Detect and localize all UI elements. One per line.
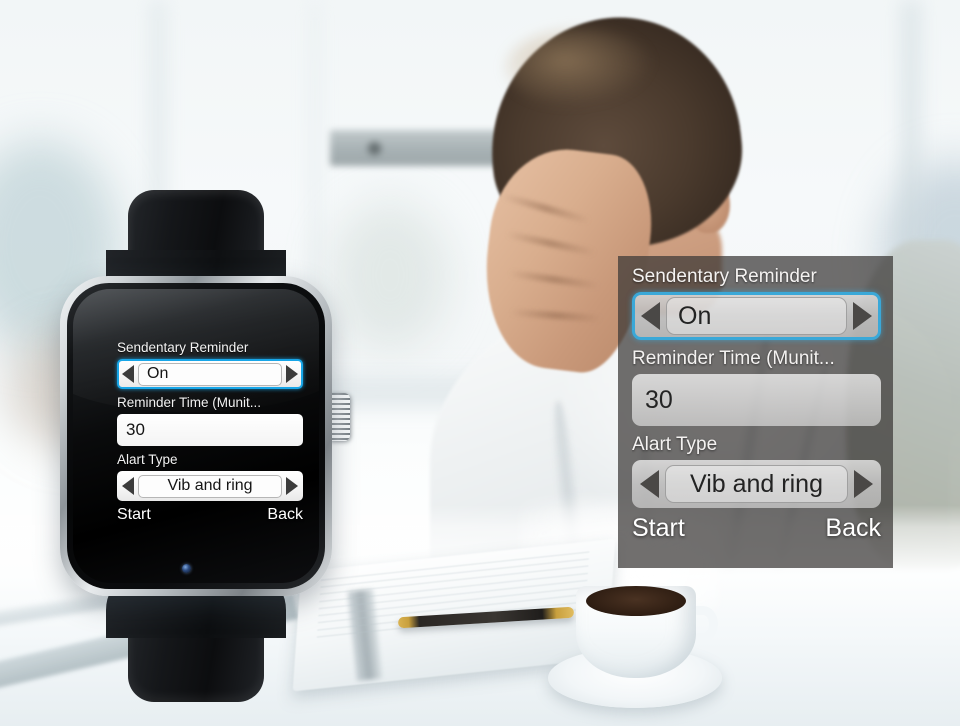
- coffee-liquid: [586, 586, 686, 616]
- watch-bezel: Sendentary Reminder On Reminder Time (Mu…: [67, 283, 325, 589]
- overlay-spinner-sendentary-reminder[interactable]: On: [632, 292, 881, 340]
- next-value-arrow-icon[interactable]: [853, 302, 872, 330]
- overlay-spinner-alart-type[interactable]: Vib and ring: [632, 460, 881, 508]
- magnified-settings-overlay: Sendentary Reminder On Reminder Time (Mu…: [618, 256, 893, 568]
- hair-highlight: [505, 28, 655, 108]
- overlay-value-sendentary-reminder[interactable]: On: [666, 297, 847, 335]
- previous-value-arrow-icon[interactable]: [122, 365, 134, 383]
- watch-strap-bottom: [106, 582, 286, 702]
- field-reminder-time[interactable]: 30: [117, 414, 303, 446]
- front-camera: [182, 564, 191, 573]
- overlay-label-sendentary-reminder: Sendentary Reminder: [632, 266, 817, 287]
- overlay-field-reminder-time[interactable]: 30: [632, 374, 881, 426]
- value-alart-type[interactable]: Vib and ring: [138, 474, 282, 498]
- screen-action-bar: Start Back: [117, 506, 303, 524]
- next-value-arrow-icon[interactable]: [286, 365, 298, 383]
- settings-screen: Sendentary Reminder On Reminder Time (Mu…: [117, 339, 303, 557]
- value-sendentary-reminder[interactable]: On: [138, 362, 282, 386]
- overlay-back-button[interactable]: Back: [825, 514, 881, 543]
- label-sendentary-reminder: Sendentary Reminder: [117, 340, 249, 355]
- watch-case: Sendentary Reminder On Reminder Time (Mu…: [60, 276, 332, 596]
- previous-value-arrow-icon[interactable]: [122, 477, 134, 495]
- back-button[interactable]: Back: [267, 506, 303, 524]
- screenshot-stage: Sendentary Reminder On Reminder Time (Mu…: [0, 0, 960, 726]
- label-reminder-time: Reminder Time (Munit...: [117, 395, 262, 410]
- watch-screen[interactable]: Sendentary Reminder On Reminder Time (Mu…: [73, 289, 319, 583]
- previous-value-arrow-icon[interactable]: [640, 470, 659, 498]
- next-value-arrow-icon[interactable]: [286, 477, 298, 495]
- background-blur-blob: [330, 200, 450, 350]
- spinner-alart-type[interactable]: Vib and ring: [117, 471, 303, 501]
- overlay-start-button[interactable]: Start: [632, 514, 685, 543]
- label-alart-type: Alart Type: [117, 452, 178, 467]
- overlay-value-alart-type[interactable]: Vib and ring: [665, 465, 848, 503]
- previous-value-arrow-icon[interactable]: [641, 302, 660, 330]
- spinner-sendentary-reminder[interactable]: On: [117, 359, 303, 389]
- overlay-label-alart-type: Alart Type: [632, 434, 718, 455]
- overlay-action-bar: Start Back: [632, 514, 881, 543]
- next-value-arrow-icon[interactable]: [854, 470, 873, 498]
- smartwatch: Sendentary Reminder On Reminder Time (Mu…: [44, 190, 350, 702]
- overlay-label-reminder-time: Reminder Time (Munit...: [632, 348, 835, 369]
- start-button[interactable]: Start: [117, 506, 151, 524]
